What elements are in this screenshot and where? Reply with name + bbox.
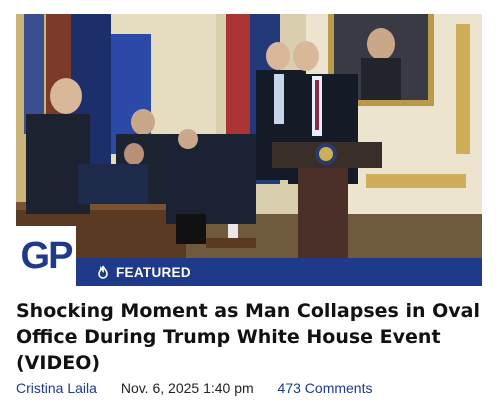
author-link[interactable]: Cristina Laila <box>16 380 97 396</box>
site-logo[interactable]: GP <box>16 226 76 286</box>
comments-link[interactable]: 473 Comments <box>278 380 373 396</box>
article-meta: Cristina Laila Nov. 6, 2025 1:40 pm 473 … <box>16 380 486 396</box>
logo-text: GP <box>20 234 74 277</box>
featured-label: FEATURED <box>116 264 191 280</box>
flame-icon <box>96 265 110 279</box>
article-card[interactable]: GP FEATURED Shocking Moment as Man Colla… <box>0 0 497 406</box>
oval-office-photo <box>16 14 482 286</box>
article-headline[interactable]: Shocking Moment as Man Collapses in Oval… <box>16 298 482 376</box>
featured-badge: FEATURED <box>76 258 482 286</box>
hero-image[interactable] <box>16 14 482 286</box>
publish-date: Nov. 6, 2025 1:40 pm <box>120 380 254 396</box>
